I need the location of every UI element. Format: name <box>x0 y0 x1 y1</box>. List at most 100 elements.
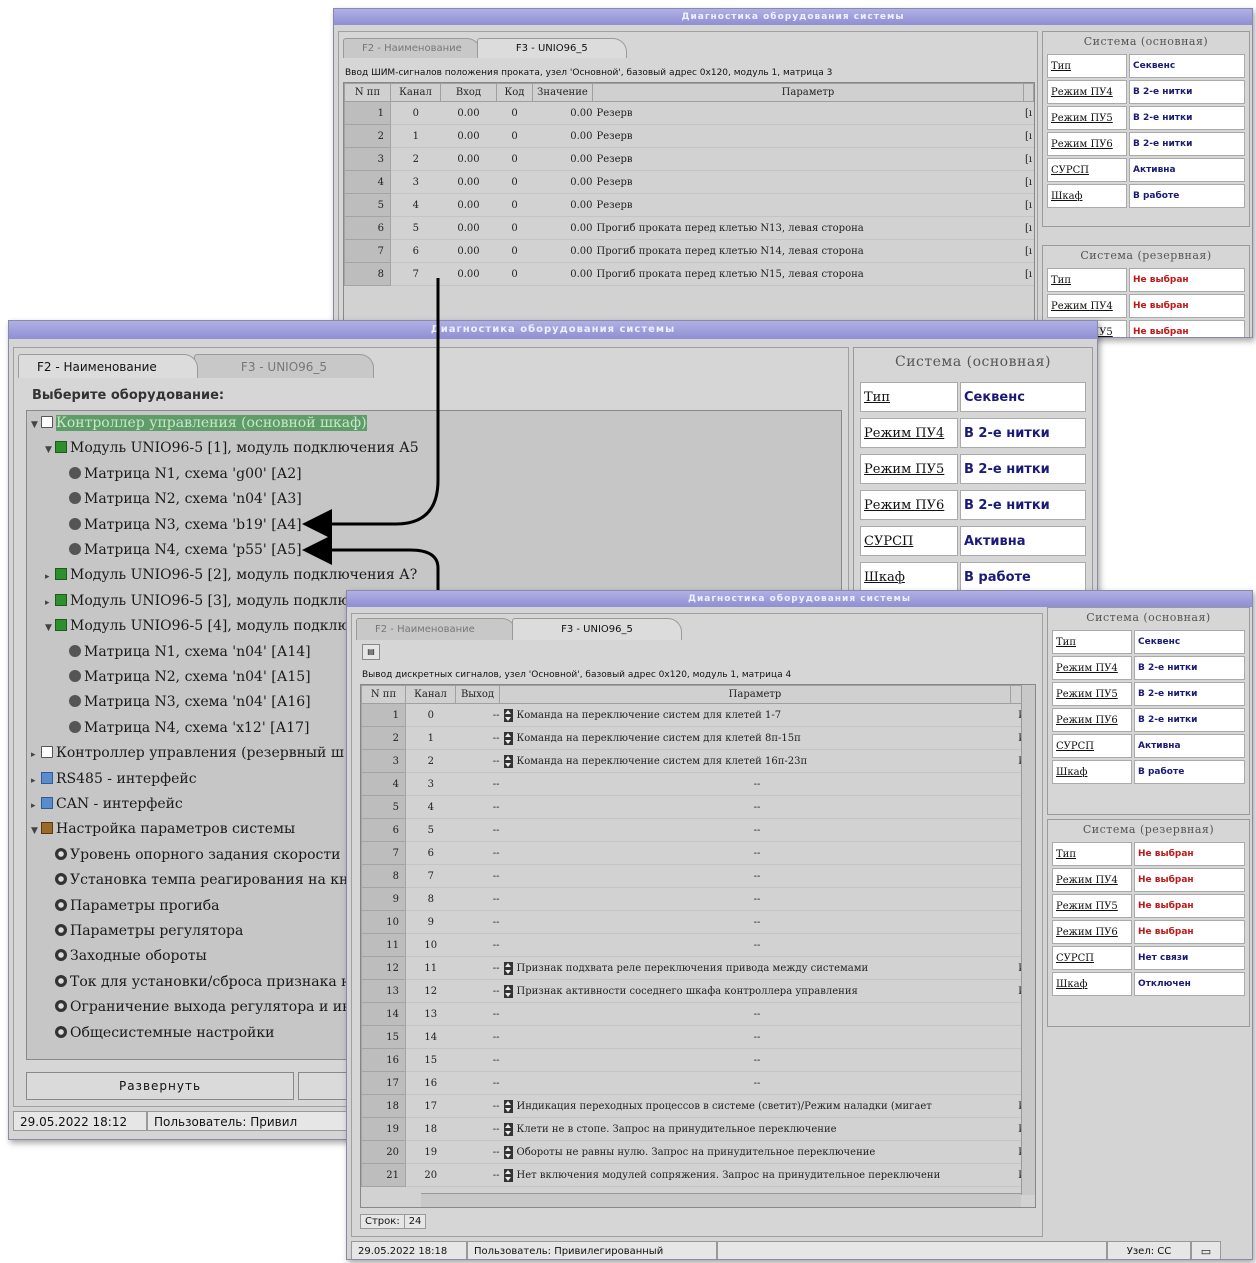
table-row[interactable]: 9 8 -- -- <box>361 887 1035 911</box>
expand-toggle-icon[interactable]: ▼ <box>31 819 41 844</box>
param-key-link[interactable]: Тип <box>860 382 958 412</box>
tree-item[interactable]: Ток для установки/сброса признака н <box>45 970 351 995</box>
param-key-link[interactable]: СУРСП <box>1047 158 1127 182</box>
tree-item[interactable]: Общесистемные настройки <box>45 1021 274 1046</box>
tree-item[interactable]: ▸ Контроллер управления (резервный ш <box>31 741 344 766</box>
table-row[interactable]: 17 16 -- -- <box>361 1071 1035 1095</box>
table-row[interactable]: 7 6 0.00 0 0.00 Прогиб проката перед клетью N… <box>344 239 1034 263</box>
toggle-spinner-icon[interactable] <box>503 708 513 722</box>
toggle-spinner-icon[interactable] <box>503 1122 513 1136</box>
tree-item[interactable]: Параметры прогиба <box>45 894 220 919</box>
param-key-link[interactable]: Тип <box>1052 842 1132 866</box>
table-row[interactable]: 3 2 -- Команда на переключение систем для к… <box>361 749 1035 773</box>
param-key-link[interactable]: Шкаф <box>1047 184 1127 208</box>
table-row[interactable]: 20 19 -- Обороты не равны нулю. Запрос на п… <box>361 1140 1035 1164</box>
table-row[interactable]: 18 17 -- Индикация переходных процессов в с… <box>361 1094 1035 1118</box>
param-key-link[interactable]: Режим ПУ6 <box>860 490 958 520</box>
tree-item[interactable]: Установка темпа реагирования на кн <box>45 868 348 893</box>
table-row[interactable]: 5 4 0.00 0 0.00 Резерв [ı <box>344 193 1034 217</box>
toggle-spinner-icon[interactable] <box>503 1099 513 1113</box>
expand-toggle-icon[interactable]: ▸ <box>45 591 55 616</box>
table-row[interactable]: 4 3 0.00 0 0.00 Резерв [ı <box>344 170 1034 194</box>
table-row[interactable]: 8 7 0.00 0 0.00 Прогиб проката перед клетью N… <box>344 262 1034 286</box>
expand-toggle-icon[interactable]: ▼ <box>45 438 55 463</box>
param-key-link[interactable]: Режим ПУ6 <box>1052 920 1132 944</box>
param-key-link[interactable]: Шкаф <box>1052 760 1132 784</box>
table-row[interactable]: 16 15 -- -- <box>361 1048 1035 1072</box>
tree-item[interactable]: ▼ Контроллер управления (основной шкаф) <box>31 411 367 436</box>
column-header[interactable]: N пп <box>361 685 406 704</box>
table-row[interactable]: 6 5 -- -- <box>361 818 1035 842</box>
horizontal-scrollbar[interactable] <box>421 1193 1021 1207</box>
table-row[interactable]: 6 5 0.00 0 0.00 Прогиб проката перед клетью N… <box>344 216 1034 240</box>
toggle-spinner-icon[interactable] <box>503 1145 513 1159</box>
expand-toggle-icon[interactable]: ▸ <box>31 769 41 794</box>
expand-toggle-icon[interactable]: ▸ <box>31 743 41 768</box>
tree-item[interactable]: ▼ Модуль UNIO96-5 [1], модуль подключения… <box>45 436 419 461</box>
expand-toggle-icon[interactable]: ▼ <box>31 413 41 438</box>
table-row[interactable]: 11 10 -- -- <box>361 933 1035 957</box>
param-key-link[interactable]: Режим ПУ6 <box>1052 708 1132 732</box>
param-key-link[interactable]: Режим ПУ4 <box>1047 294 1127 318</box>
tree-item[interactable]: Матрица N3, схема 'b19' [А4] <box>59 513 302 538</box>
vertical-scrollbar[interactable] <box>1021 685 1035 1195</box>
toggle-spinner-icon[interactable] <box>503 754 513 768</box>
param-key-link[interactable]: Тип <box>1047 54 1127 78</box>
tree-item[interactable]: Уровень опорного задания скорости <box>45 843 340 868</box>
tree-item[interactable]: ▼ Модуль UNIO96-5 [4], модуль подклю <box>45 614 350 639</box>
param-key-link[interactable]: Шкаф <box>860 562 958 592</box>
column-header[interactable]: N пп <box>344 83 391 102</box>
toggle-spinner-icon[interactable] <box>503 961 513 975</box>
expand-toggle-icon[interactable]: ▸ <box>45 565 55 590</box>
tab-f2[interactable]: F2 - Наименование <box>343 38 481 58</box>
tree-item[interactable]: Ограничение выхода регулятора и ин <box>45 995 351 1020</box>
table-row[interactable]: 8 7 -- -- <box>361 864 1035 888</box>
param-key-link[interactable]: Режим ПУ5 <box>1052 894 1132 918</box>
tree-item[interactable]: Матрица N1, схема 'n04' [А14] <box>59 640 311 665</box>
param-key-link[interactable]: Режим ПУ4 <box>1052 868 1132 892</box>
expand-toggle-icon[interactable]: ▸ <box>31 794 41 819</box>
tree-item[interactable]: Матрица N3, схема 'n04' [А16] <box>59 690 311 715</box>
table-row[interactable]: 4 3 -- -- <box>361 772 1035 796</box>
tree-item[interactable]: Матрица N2, схема 'n04' [А15] <box>59 665 311 690</box>
param-key-link[interactable]: СУРСП <box>860 526 958 556</box>
table-row[interactable]: 3 2 0.00 0 0.00 Резерв [ı <box>344 147 1034 171</box>
table-row[interactable]: 5 4 -- -- <box>361 795 1035 819</box>
column-header[interactable]: Канал <box>390 83 441 102</box>
column-header[interactable]: Канал <box>405 685 456 704</box>
tree-item[interactable]: ▸ RS485 - интерфейс <box>31 767 197 792</box>
computer-icon[interactable]: ▭ <box>1191 1241 1221 1259</box>
column-header[interactable]: Вход <box>440 83 497 102</box>
param-key-link[interactable]: Режим ПУ5 <box>1052 682 1132 706</box>
table-row[interactable]: 19 18 -- Клети не в стопе. Запрос на принуд… <box>361 1117 1035 1141</box>
param-key-link[interactable]: Режим ПУ5 <box>1047 106 1127 130</box>
tree-item[interactable]: Матрица N1, схема 'g00' [А2] <box>59 462 302 487</box>
param-key-link[interactable]: Режим ПУ4 <box>1047 80 1127 104</box>
column-header[interactable]: Параметр <box>592 83 1024 102</box>
tree-item[interactable]: ▸ Модуль UNIO96-5 [3], модуль подклю <box>45 589 350 614</box>
table-row[interactable]: 1 0 -- Команда на переключение систем для к… <box>361 703 1035 727</box>
tab-f2[interactable]: F2 - Наименование <box>18 354 198 378</box>
expand-button[interactable]: Развернуть <box>26 1072 294 1100</box>
tab-f3[interactable]: F3 - UNIO96_5 <box>194 354 374 378</box>
table-row[interactable]: 15 14 -- -- <box>361 1025 1035 1049</box>
toolbar-table-icon[interactable]: ▤ <box>362 644 380 660</box>
table-row[interactable]: 1 0 0.00 0 0.00 Резерв [ı <box>344 101 1034 125</box>
tab-f3[interactable]: F3 - UNIO96_5 <box>512 618 682 640</box>
tree-item[interactable]: Заходные обороты <box>45 944 207 969</box>
table-row[interactable]: 2 1 -- Команда на переключение систем для к… <box>361 726 1035 750</box>
param-key-link[interactable]: СУРСП <box>1052 946 1132 970</box>
tree-item[interactable]: Матрица N2, схема 'n04' [А3] <box>59 487 302 512</box>
table-row[interactable]: 14 13 -- -- <box>361 1002 1035 1026</box>
tree-item[interactable]: ▼ Настройка параметров системы <box>31 817 295 842</box>
param-key-link[interactable]: СУРСП <box>1052 734 1132 758</box>
toggle-spinner-icon[interactable] <box>503 984 513 998</box>
table-row[interactable]: 12 11 -- Признак подхвата реле переключения… <box>361 956 1035 980</box>
toggle-spinner-icon[interactable] <box>503 1168 513 1182</box>
tree-item[interactable]: ▸ Модуль UNIO96-5 [2], модуль подключения… <box>45 563 417 588</box>
tree-item[interactable]: Матрица N4, схема 'p55' [А5] <box>59 538 302 563</box>
column-header[interactable]: Выход <box>455 685 500 704</box>
expand-toggle-icon[interactable]: ▼ <box>45 616 55 641</box>
column-header[interactable]: Код <box>496 83 533 102</box>
tab-f3[interactable]: F3 - UNIO96_5 <box>476 38 627 58</box>
